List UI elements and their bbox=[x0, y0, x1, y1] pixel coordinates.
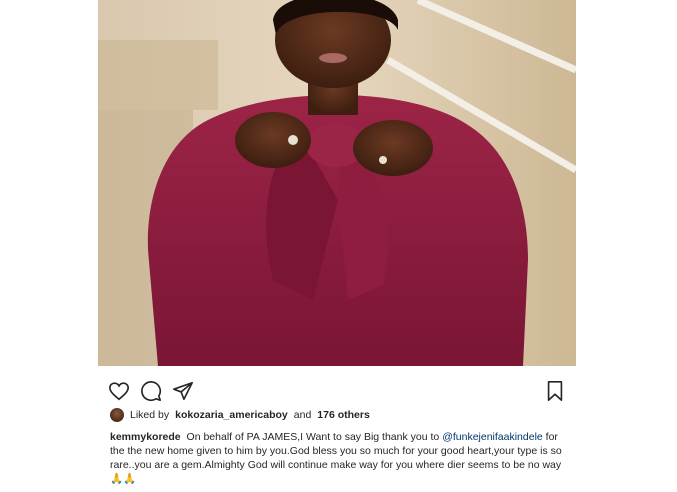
post-caption: kemmykorede On behalf of PA JAMES,I Want… bbox=[110, 430, 570, 486]
caption-text-part1: On behalf of PA JAMES,I Want to say Big … bbox=[186, 431, 440, 443]
liked-prefix: Liked by bbox=[130, 409, 170, 421]
caption-emoji: 🙏🙏 bbox=[110, 473, 137, 485]
liked-and: and bbox=[293, 409, 312, 421]
likes-row: Liked by kokozaria_americaboy and 176 ot… bbox=[110, 406, 370, 424]
post-photo[interactable] bbox=[98, 0, 576, 366]
instagram-post: Liked by kokozaria_americaboy and 176 ot… bbox=[98, 0, 576, 492]
share-icon[interactable] bbox=[172, 380, 194, 402]
heart-icon[interactable] bbox=[108, 380, 130, 402]
liker-username[interactable]: kokozaria_americaboy bbox=[175, 409, 288, 421]
bookmark-icon[interactable] bbox=[544, 380, 566, 402]
liker-avatar bbox=[110, 408, 124, 422]
post-action-bar bbox=[98, 372, 576, 408]
likes-count-link[interactable]: 176 others bbox=[317, 409, 370, 421]
caption-username[interactable]: kemmykorede bbox=[110, 431, 181, 443]
comment-icon[interactable] bbox=[140, 380, 162, 402]
woman-in-burgundy-blouse-image bbox=[98, 0, 576, 366]
caption-mention[interactable]: @funkejenifaakindele bbox=[442, 431, 543, 443]
